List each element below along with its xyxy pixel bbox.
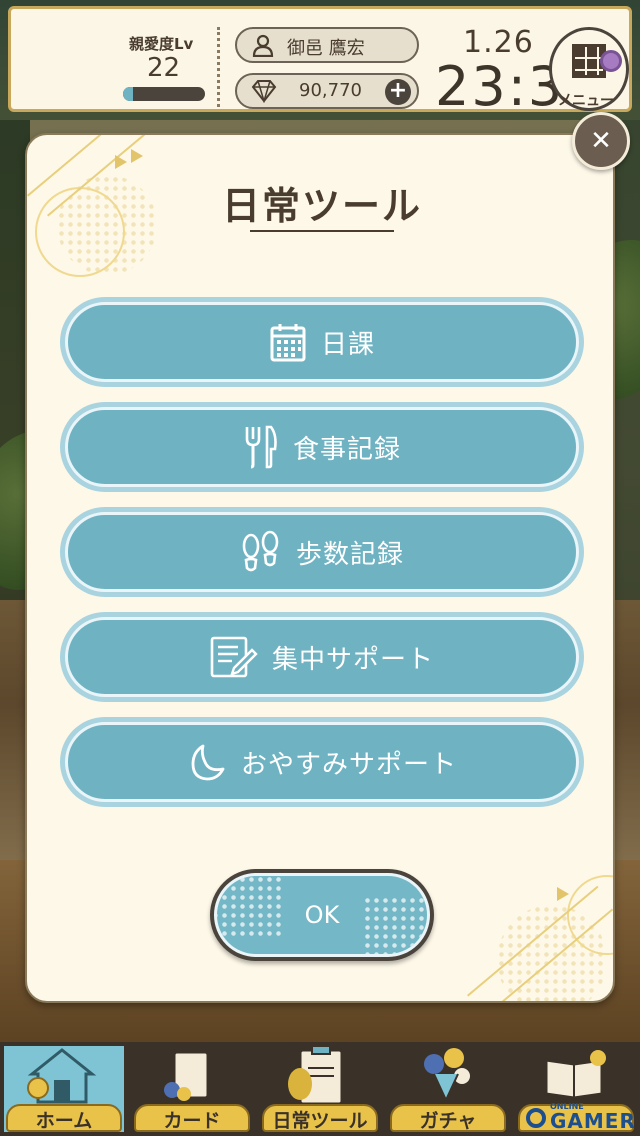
card-icon (152, 1044, 228, 1104)
nav-home[interactable]: ホーム (0, 1042, 128, 1136)
house-icon (24, 1044, 100, 1104)
focus-support-button[interactable]: 集中サポート (60, 612, 584, 702)
divider (217, 27, 220, 107)
nav-card-label: カード (163, 1110, 221, 1132)
menu-button[interactable]: メニュー (549, 27, 629, 111)
diamond-icon (251, 79, 277, 104)
calendar-icon (269, 322, 307, 362)
step-record-button-face: 歩数記録 (65, 512, 579, 592)
meal-record-button[interactable]: 食事記録 (60, 402, 584, 492)
gem-pill: 90,770 + (235, 73, 419, 109)
fork-knife-icon (243, 425, 279, 469)
decor-triangle (131, 149, 143, 163)
ok-label: OK (304, 901, 340, 929)
affection-progress-bar (123, 87, 205, 101)
affection-level: 22 (147, 53, 181, 83)
watermark-ring-icon (526, 1108, 546, 1128)
clock: 23:3 (435, 55, 559, 118)
footprints-icon (240, 530, 282, 574)
add-gems-button[interactable]: + (385, 79, 411, 105)
status-bar: 親愛度Lv 22 御邑 鷹宏 90,770 + 1.26 23:3 メニュー (8, 6, 632, 118)
flower-bouquet-icon (408, 1044, 484, 1104)
flower-icon (600, 50, 622, 72)
note-pencil-icon (210, 636, 258, 678)
daily-tools-dialog: 日常ツール 日課 食事記録 歩数記録 集中サポート おやすみサポート OK (25, 133, 615, 1003)
clipboard-icon (280, 1044, 356, 1106)
close-button[interactable]: ✕ (572, 112, 630, 170)
gem-count: 90,770 (299, 80, 362, 101)
daily-task-label: 日課 (320, 329, 375, 360)
affection-label: 親愛度Lv (129, 35, 194, 53)
sleep-support-button-face: おやすみサポート (65, 722, 579, 802)
nav-daily-tools[interactable]: 日常ツール (256, 1042, 384, 1136)
nav-card[interactable]: カード (128, 1042, 256, 1136)
book-icon (536, 1044, 612, 1104)
step-record-label: 歩数記録 (295, 539, 404, 570)
moon-icon (187, 742, 227, 782)
ok-button-face: OK (214, 873, 430, 957)
step-record-button[interactable]: 歩数記録 (60, 507, 584, 597)
sleep-support-button[interactable]: おやすみサポート (60, 717, 584, 807)
watermark-big-text: GAMER (550, 1109, 636, 1133)
sleep-support-label: おやすみサポート (240, 749, 457, 780)
ok-button[interactable]: OK (210, 869, 434, 961)
meal-record-label: 食事記録 (292, 434, 401, 465)
affection-progress-fill (123, 87, 133, 101)
close-icon: ✕ (590, 126, 612, 156)
decor-triangle (557, 887, 569, 901)
user-name-pill[interactable]: 御邑 鷹宏 (235, 27, 419, 63)
daily-task-button[interactable]: 日課 (60, 297, 584, 387)
nav-home-label: ホーム (35, 1110, 93, 1132)
focus-support-button-face: 集中サポート (65, 617, 579, 697)
user-name: 御邑 鷹宏 (287, 38, 365, 59)
decor-triangle (115, 155, 127, 169)
nav-gacha[interactable]: ガチャ (384, 1042, 512, 1136)
title-underline (250, 230, 394, 232)
focus-support-label: 集中サポート (271, 644, 434, 675)
person-icon (251, 33, 275, 58)
menu-label: メニュー (558, 93, 614, 109)
daily-task-button-face: 日課 (65, 302, 579, 382)
nav-daily-tools-label: 日常ツール (272, 1110, 368, 1132)
nav-gacha-label: ガチャ (419, 1110, 477, 1132)
dialog-title: 日常ツール (221, 184, 422, 228)
meal-record-button-face: 食事記録 (65, 407, 579, 487)
watermark-logo: ONLINE GAMER (522, 1102, 636, 1133)
